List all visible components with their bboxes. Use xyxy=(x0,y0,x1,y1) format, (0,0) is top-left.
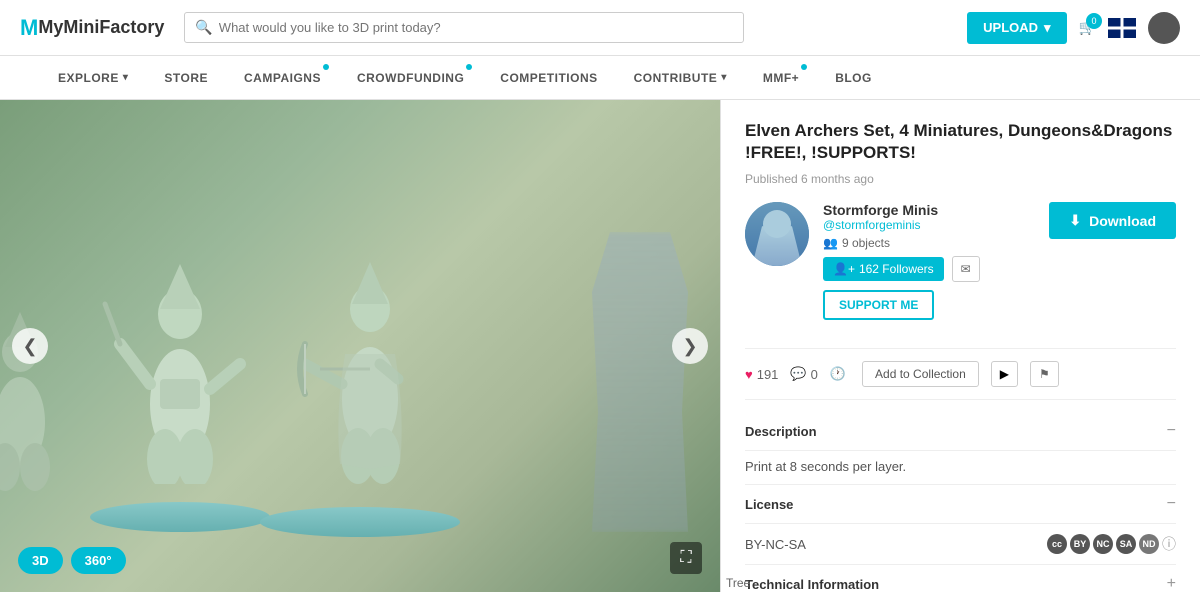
search-input[interactable] xyxy=(219,20,734,35)
cart-icon[interactable]: 🛒 0 xyxy=(1079,19,1096,36)
search-icon: 🔍 xyxy=(195,19,212,36)
share-icon: ▶ xyxy=(1000,367,1009,381)
stats-bar: ♥ 191 💬 0 🕐 Add to Collection ▶ ⚑ xyxy=(745,348,1176,400)
cc-icon: cc xyxy=(1047,534,1067,554)
logo-text: MyMiniFactory xyxy=(38,17,164,38)
author-avatar[interactable] xyxy=(745,202,809,266)
miniature-partial xyxy=(0,292,70,492)
chevron-down-icon: ▾ xyxy=(123,72,129,83)
image-viewer: ❮ ❯ 3D 360° ⛶ xyxy=(0,100,720,592)
author-name[interactable]: Stormforge Minis xyxy=(823,202,980,218)
chevron-down-icon: ▾ xyxy=(721,72,727,83)
license-value: BY-NC-SA xyxy=(745,537,806,552)
likes-stat: ♥ 191 xyxy=(745,367,778,382)
technical-title: Technical Information xyxy=(745,577,879,592)
view-3d-button[interactable]: 3D xyxy=(18,547,63,574)
fullscreen-button[interactable]: ⛶ xyxy=(670,542,702,574)
creative-commons-icons: cc BY NC SA ND ⓘ xyxy=(1047,534,1176,554)
miniature-partial-svg xyxy=(0,292,70,492)
chevron-down-icon: ▾ xyxy=(1044,20,1051,36)
nav-contribute[interactable]: CONTRIBUTE ▾ xyxy=(616,56,745,100)
avatar-figure xyxy=(745,202,809,266)
license-content: BY-NC-SA cc BY NC SA ND ⓘ xyxy=(745,524,1176,565)
nav-dot-campaigns xyxy=(323,64,329,70)
license-toggle-icon: − xyxy=(1167,495,1176,513)
header-right: UPLOAD ▾ 🛒 0 xyxy=(967,12,1180,44)
cc-nd-icon: ND xyxy=(1139,534,1159,554)
author-objects: 👥 9 objects xyxy=(823,236,980,250)
object-title: Elven Archers Set, 4 Miniatures, Dungeon… xyxy=(745,120,1176,164)
nav-crowdfunding[interactable]: CROWDFUNDING xyxy=(339,56,482,100)
license-row: BY-NC-SA cc BY NC SA ND ⓘ xyxy=(745,534,1176,554)
author-handle[interactable]: @stormforgeminis xyxy=(823,218,980,232)
follow-button[interactable]: 👤+ 162 Followers xyxy=(823,257,944,281)
viewer-background xyxy=(0,100,720,592)
nav-dot-crowdfunding xyxy=(466,64,472,70)
technical-section-header[interactable]: Technical Information + xyxy=(745,565,1176,592)
description-toggle-icon: − xyxy=(1167,422,1176,440)
download-button[interactable]: ⬇ Download xyxy=(1049,202,1176,239)
user-avatar[interactable] xyxy=(1148,12,1180,44)
search-bar[interactable]: 🔍 xyxy=(184,12,744,43)
miniature-left xyxy=(100,224,260,484)
share-button[interactable]: ▶ xyxy=(991,361,1018,387)
header: M MyMiniFactory 🔍 UPLOAD ▾ 🛒 0 xyxy=(0,0,1200,56)
nav-dot-mmfplus xyxy=(801,64,807,70)
main-nav: EXPLORE ▾ STORE CAMPAIGNS CROWDFUNDING C… xyxy=(0,56,1200,100)
info-icon[interactable]: ⓘ xyxy=(1162,534,1176,554)
comment-icon: 💬 xyxy=(790,366,806,382)
nav-competitions[interactable]: COMPETITIONS xyxy=(482,56,615,100)
author-section: Stormforge Minis @stormforgeminis 👥 9 ob… xyxy=(745,202,980,320)
logo-m: M xyxy=(20,15,38,41)
report-flag-icon: ⚑ xyxy=(1039,367,1050,381)
license-section-header[interactable]: License − xyxy=(745,485,1176,524)
person-add-icon: 👤+ xyxy=(833,262,855,276)
cart-badge: 0 xyxy=(1086,13,1102,29)
add-collection-button[interactable]: Add to Collection xyxy=(862,361,979,387)
background-figure xyxy=(580,232,700,532)
comments-stat: 💬 0 xyxy=(790,366,817,382)
clock-icon: 🕐 xyxy=(830,366,846,382)
download-icon: ⬇ xyxy=(1069,212,1081,229)
cc-sa-icon: SA xyxy=(1116,534,1136,554)
miniature-left-svg xyxy=(100,224,260,484)
language-flag-icon[interactable] xyxy=(1108,18,1136,38)
nav-campaigns[interactable]: CAMPAIGNS xyxy=(226,56,339,100)
support-button[interactable]: SUPPORT ME xyxy=(823,290,934,320)
license-title: License xyxy=(745,497,793,512)
nav-mmfplus[interactable]: MMF+ xyxy=(745,56,817,100)
cc-nc-icon: NC xyxy=(1093,534,1113,554)
site-logo[interactable]: M MyMiniFactory xyxy=(20,15,164,41)
flag-button[interactable]: ⚑ xyxy=(1030,361,1059,387)
description-content: Print at 8 seconds per layer. xyxy=(745,451,1176,485)
miniature-right xyxy=(290,214,450,484)
view-buttons: 3D 360° xyxy=(18,547,126,574)
upload-button[interactable]: UPLOAD ▾ xyxy=(967,12,1066,44)
objects-icon: 👥 xyxy=(823,236,838,250)
nav-store[interactable]: STORE xyxy=(146,56,226,100)
author-followers: 👤+ 162 Followers ✉ xyxy=(823,256,980,282)
prev-image-button[interactable]: ❮ xyxy=(12,328,48,364)
figure-base-left xyxy=(90,502,270,532)
published-time: Published 6 months ago xyxy=(745,172,1176,186)
tree-label: Tree xyxy=(726,576,750,590)
main-content: ❮ ❯ 3D 360° ⛶ Elven Archers Set, 4 Minia… xyxy=(0,100,1200,592)
nav-explore[interactable]: EXPLORE ▾ xyxy=(40,56,146,100)
timer-icon-stat: 🕐 xyxy=(830,366,846,382)
info-panel: Elven Archers Set, 4 Miniatures, Dungeon… xyxy=(720,100,1200,592)
download-section: ⬇ Download xyxy=(1049,202,1176,239)
description-section-header[interactable]: Description − xyxy=(745,412,1176,451)
nav-blog[interactable]: BLOG xyxy=(817,56,890,100)
figure-base-right xyxy=(260,507,460,537)
technical-toggle-icon: + xyxy=(1167,575,1176,592)
description-title: Description xyxy=(745,424,817,439)
author-info: Stormforge Minis @stormforgeminis 👥 9 ob… xyxy=(823,202,980,320)
view-360-button[interactable]: 360° xyxy=(71,547,126,574)
message-button[interactable]: ✉ xyxy=(952,256,980,282)
next-image-button[interactable]: ❯ xyxy=(672,328,708,364)
cc-by-icon: BY xyxy=(1070,534,1090,554)
heart-icon: ♥ xyxy=(745,367,753,382)
miniature-right-svg xyxy=(290,214,450,484)
envelope-icon: ✉ xyxy=(961,262,971,276)
